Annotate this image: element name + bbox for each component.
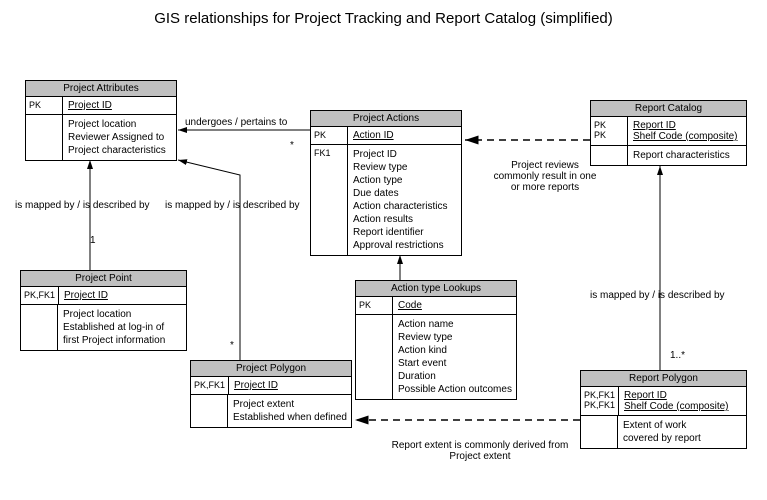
attr: Reviewer Assigned to xyxy=(68,131,171,144)
rel-undergoes: undergoes / pertains to xyxy=(185,117,287,128)
key-spacer xyxy=(356,315,393,399)
rel-mapped-by-3: is mapped by / is described by xyxy=(590,290,725,301)
pk-label: PK,FK1 xyxy=(191,377,229,394)
pk-field: Project ID xyxy=(229,377,351,394)
pk-field: Project ID xyxy=(59,287,186,304)
pk-label: PK xyxy=(311,127,348,144)
pk-field: Project ID xyxy=(63,97,176,114)
attr: Action type xyxy=(353,174,456,187)
entity-header: Action type Lookups xyxy=(356,281,516,297)
attr: Action results xyxy=(353,213,456,226)
attr: Approval restrictions xyxy=(353,239,456,252)
key-spacer xyxy=(21,305,58,350)
rel-extent-derived: Report extent is commonly derived from P… xyxy=(380,440,580,462)
attr: Action characteristics xyxy=(353,200,456,213)
attr: Report characteristics xyxy=(633,149,741,162)
entity-header: Report Polygon xyxy=(581,371,746,387)
rel-mapped-by-2: is mapped by / is described by xyxy=(165,200,300,211)
pk-field: Shelf Code (composite) xyxy=(624,401,741,412)
key-spacer xyxy=(191,395,228,427)
entity-report-polygon: Report Polygon PK,FK1 PK,FK1 Report ID S… xyxy=(580,370,747,449)
entity-header: Report Catalog xyxy=(591,101,746,117)
pk-label: PK,FK1 xyxy=(584,400,615,410)
attr: Project location xyxy=(68,118,171,131)
pk-label: PK xyxy=(356,297,393,314)
attr: Project location xyxy=(63,308,181,321)
attr: Review type xyxy=(398,331,512,344)
entity-header: Project Point xyxy=(21,271,186,287)
attr: covered by report xyxy=(623,432,741,445)
attr: Start event xyxy=(398,357,512,370)
key-spacer xyxy=(26,115,63,160)
fk-label: FK1 xyxy=(311,145,348,255)
entity-header: Project Attributes xyxy=(26,81,176,97)
pk-label: PK,FK1 xyxy=(21,287,59,304)
diagram-title: GIS relationships for Project Tracking a… xyxy=(0,10,767,27)
attr: Review type xyxy=(353,161,456,174)
attr: first Project information xyxy=(63,334,181,347)
pk-label: PK,FK1 xyxy=(584,390,615,400)
attr: Duration xyxy=(398,370,512,383)
attr: Project extent xyxy=(233,398,347,411)
entity-project-polygon: Project Polygon PK,FK1 Project ID Projec… xyxy=(190,360,352,428)
entity-header: Project Polygon xyxy=(191,361,351,377)
attr: Action kind xyxy=(398,344,512,357)
attr: Project characteristics xyxy=(68,144,171,157)
entity-project-actions: Project Actions PK Action ID FK1 Project… xyxy=(310,110,462,256)
entity-project-point: Project Point PK,FK1 Project ID Project … xyxy=(20,270,187,351)
pk-field: Code xyxy=(393,297,516,314)
attr: Action name xyxy=(398,318,512,331)
entity-project-attributes: Project Attributes PK Project ID Project… xyxy=(25,80,177,161)
attr: Due dates xyxy=(353,187,456,200)
rel-card-onemany: 1..* xyxy=(670,350,685,361)
pk-field: Shelf Code (composite) xyxy=(633,131,741,142)
pk-label: PK xyxy=(594,130,624,140)
rel-mapped-by-1: is mapped by / is described by xyxy=(15,200,150,211)
attr: Project ID xyxy=(353,148,456,161)
key-spacer xyxy=(581,416,618,448)
pk-field: Action ID xyxy=(348,127,461,144)
entity-header: Project Actions xyxy=(311,111,461,127)
pk-field: Report ID xyxy=(624,390,741,401)
rel-card-one: 1 xyxy=(90,235,96,246)
attr: Established when defined xyxy=(233,411,347,424)
entity-action-type-lookups: Action type Lookups PK Code Action name … xyxy=(355,280,517,400)
rel-card-star-2: * xyxy=(230,340,234,351)
attr: Extent of work xyxy=(623,419,741,432)
attr: Possible Action outcomes xyxy=(398,383,512,396)
pk-label: PK xyxy=(594,120,624,130)
rel-reviews-result: Project reviews commonly result in one o… xyxy=(490,160,600,193)
pk-field: Report ID xyxy=(633,120,741,131)
attr: Report identifier xyxy=(353,226,456,239)
pk-label: PK xyxy=(26,97,63,114)
attr: Established at log-in of xyxy=(63,321,181,334)
rel-card-star-1: * xyxy=(290,140,294,151)
entity-report-catalog: Report Catalog PK PK Report ID Shelf Cod… xyxy=(590,100,747,166)
